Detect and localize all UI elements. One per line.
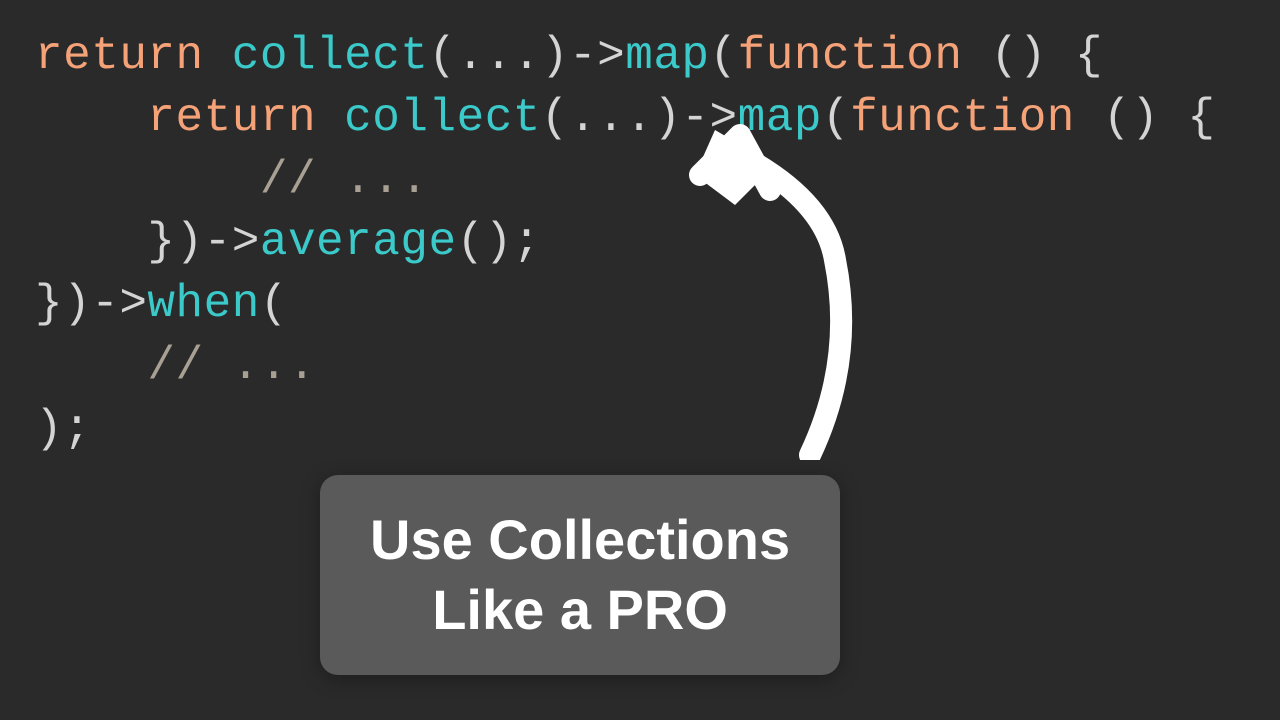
code-token: ( xyxy=(260,278,288,330)
code-line: return collect(...)->map(function () { xyxy=(35,25,1245,87)
code-token: () { xyxy=(1075,92,1216,144)
code-token: })-> xyxy=(147,216,259,268)
code-token: (); xyxy=(457,216,541,268)
code-token: ); xyxy=(35,403,91,455)
callout-text: Use Collections Like a PRO xyxy=(370,505,790,645)
code-line: ); xyxy=(35,398,1245,460)
code-line: })->average(); xyxy=(35,211,1245,273)
code-token: () { xyxy=(963,30,1104,82)
code-token: // ... xyxy=(260,154,429,206)
code-block: return collect(...)->map(function () { r… xyxy=(0,0,1280,485)
code-line: })->when( xyxy=(35,273,1245,335)
code-token: collect xyxy=(232,30,429,82)
code-token: (...)-> xyxy=(541,92,738,144)
code-token: function xyxy=(738,30,963,82)
code-token: })-> xyxy=(35,278,147,330)
callout-box: Use Collections Like a PRO xyxy=(320,475,840,675)
code-line: // ... xyxy=(35,335,1245,397)
code-token xyxy=(316,92,344,144)
code-line: // ... xyxy=(35,149,1245,211)
code-token: map xyxy=(738,92,822,144)
code-token: ( xyxy=(710,30,738,82)
code-token: (...)-> xyxy=(428,30,625,82)
code-token: function xyxy=(850,92,1075,144)
code-token: map xyxy=(625,30,709,82)
code-token: when xyxy=(147,278,259,330)
code-token: // ... xyxy=(147,340,316,392)
code-token: return xyxy=(35,30,204,82)
code-token: average xyxy=(260,216,457,268)
code-line: return collect(...)->map(function () { xyxy=(35,87,1245,149)
code-token: return xyxy=(147,92,316,144)
code-token: collect xyxy=(344,92,541,144)
code-token xyxy=(204,30,232,82)
code-token: ( xyxy=(822,92,850,144)
